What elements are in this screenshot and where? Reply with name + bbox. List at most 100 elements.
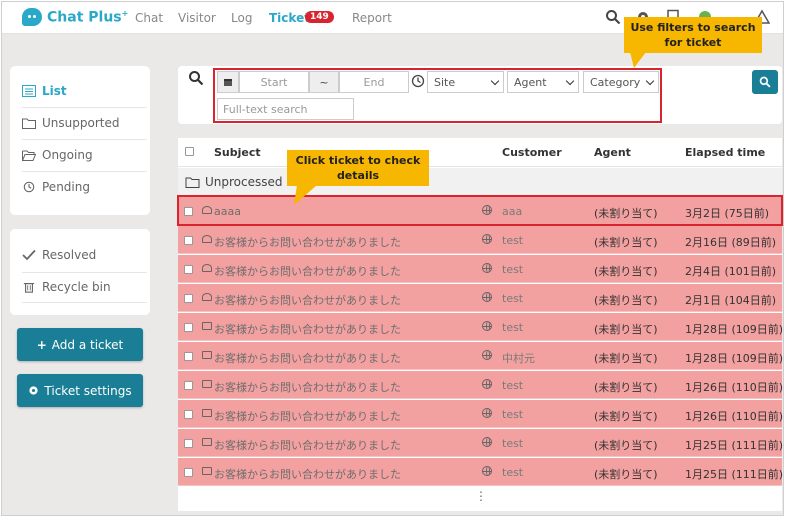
search-icon[interactable] [605, 9, 621, 25]
nav-log[interactable]: Log [231, 11, 252, 25]
ticket-row[interactable]: お客様からお問い合わせがありました test (未割り当て) 2月4日 (101日前) [178, 255, 782, 283]
envelope-open-icon [202, 293, 212, 301]
row-elapsed-time: 1月28日 (109日前) [685, 323, 784, 336]
folder-icon [185, 177, 200, 188]
globe-icon [482, 263, 492, 273]
globe-icon [482, 292, 492, 302]
row-elapsed-time: 1月28日 (109日前) [685, 352, 784, 365]
row-elapsed-time: 2月1日 (104日前) [685, 294, 777, 307]
header-customer[interactable]: Customer [502, 146, 562, 159]
nav-visitor[interactable]: Visitor [178, 11, 216, 25]
row-subject: お客様からお問い合わせがありました [214, 236, 401, 249]
sidebar-item-recycle-bin[interactable]: Recycle bin [22, 274, 142, 300]
row-subject: お客様からお問い合わせがありました [214, 410, 401, 423]
row-agent: (未割り当て) [594, 468, 658, 481]
check-icon [22, 249, 36, 261]
sidebar-item-label: Recycle bin [42, 280, 111, 294]
nav-chat[interactable]: Chat [135, 11, 163, 25]
envelope-icon [202, 438, 212, 446]
sidebar-item-list[interactable]: List [22, 78, 142, 104]
ticket-row[interactable]: お客様からお問い合わせがありました test (未割り当て) 1月28日 (109日前… [178, 313, 784, 341]
row-checkbox[interactable] [184, 294, 193, 303]
row-subject: お客様からお問い合わせがありました [214, 294, 401, 307]
row-agent: (未割り当て) [594, 352, 658, 365]
trash-icon [23, 283, 35, 293]
globe-icon [482, 379, 492, 389]
row-customer: 中村元 [502, 352, 535, 365]
row-checkbox[interactable] [184, 352, 193, 361]
row-checkbox[interactable] [184, 323, 193, 332]
row-subject: お客様からお問い合わせがありました [214, 468, 401, 481]
row-agent: (未割り当て) [594, 265, 658, 278]
row-customer: test [502, 466, 524, 479]
plus-icon: + [36, 337, 47, 352]
app-window: Chat Plus+ Chat Visitor Log Ticket 149 R… [1, 1, 784, 516]
logo[interactable]: Chat Plus+ [22, 8, 128, 26]
row-elapsed-time: 1月25日 (111日前) [685, 439, 784, 452]
row-checkbox[interactable] [184, 236, 193, 245]
ticket-row[interactable]: お客様からお問い合わせがありました test (未割り当て) 1月26日 (110日前… [178, 400, 783, 428]
sidebar-item-label: List [42, 84, 67, 98]
row-checkbox[interactable] [184, 439, 193, 448]
row-checkbox[interactable] [184, 468, 193, 477]
envelope-icon [202, 467, 212, 475]
ticket-settings-button[interactable]: Ticket settings [17, 374, 143, 407]
row-elapsed-time: 1月26日 (110日前) [685, 381, 784, 394]
ticket-row[interactable]: お客様からお問い合わせがありました test (未割り当て) 1月25日 (111日前… [178, 429, 784, 457]
row-agent: (未割り当て) [594, 294, 658, 307]
ticket-row[interactable]: お客様からお問い合わせがありました test (未割り当て) 2月1日 (104日前) [178, 284, 782, 312]
row-subject: お客様からお問い合わせがありました [214, 265, 401, 278]
header-elapsed-time[interactable]: Elapsed time [685, 146, 765, 159]
header-agent[interactable]: Agent [594, 146, 631, 159]
row-customer: test [502, 379, 524, 392]
row-checkbox[interactable] [184, 265, 193, 274]
list-icon [22, 85, 36, 97]
row-elapsed-time: 1月25日 (111日前) [685, 468, 784, 481]
ticket-settings-label: Ticket settings [44, 383, 132, 398]
search-button[interactable] [752, 70, 778, 94]
row-subject: お客様からお問い合わせがありました [214, 352, 401, 365]
envelope-icon [202, 322, 212, 330]
row-checkbox[interactable] [184, 381, 193, 390]
sidebar-item-label: Unsupported [42, 116, 120, 130]
sidebar-item-unsupported[interactable]: Unsupported [22, 110, 142, 136]
ticket-highlight-box [177, 195, 783, 226]
group-unprocessed[interactable]: Unprocessed [178, 168, 782, 196]
row-checkbox[interactable] [184, 410, 193, 419]
row-agent: (未割り当て) [594, 323, 658, 336]
callout-pointer [630, 52, 646, 68]
row-agent: (未割り当て) [594, 236, 658, 249]
add-ticket-button[interactable]: + Add a ticket [17, 328, 143, 361]
sidebar-divider [22, 272, 147, 273]
sidebar-item-ongoing[interactable]: Ongoing [22, 142, 142, 168]
envelope-open-icon [202, 264, 212, 272]
globe-icon [482, 234, 492, 244]
row-subject: お客様からお問い合わせがありました [214, 439, 401, 452]
sidebar-item-resolved[interactable]: Resolved [22, 242, 142, 268]
globe-icon [482, 437, 492, 447]
ticket-callout: Click ticket to check details [287, 150, 429, 186]
globe-icon [482, 408, 492, 418]
ticket-row[interactable]: お客様からお問い合わせがありました test (未割り当て) 2月16日 (89日前) [178, 226, 782, 254]
globe-icon [482, 350, 492, 360]
nav-report[interactable]: Report [352, 11, 392, 25]
add-ticket-label: Add a ticket [51, 337, 124, 352]
globe-icon [482, 321, 492, 331]
nav-ticket[interactable]: Ticket [269, 11, 310, 25]
ticket-row[interactable]: お客様からお問い合わせがありました test (未割り当て) 1月26日 (110日前… [178, 371, 784, 399]
clock-icon [23, 181, 35, 193]
sidebar-item-pending[interactable]: Pending [22, 174, 142, 200]
row-agent: (未割り当て) [594, 410, 658, 423]
filters-highlight-box [213, 68, 662, 123]
row-customer: test [502, 321, 524, 334]
row-customer: test [502, 437, 524, 450]
header-subject[interactable]: Subject [214, 146, 261, 159]
folder-icon [22, 118, 36, 129]
envelope-open-icon [202, 235, 212, 243]
row-customer: test [502, 234, 524, 247]
sidebar-item-label: Pending [42, 180, 90, 194]
select-all-checkbox[interactable] [185, 147, 194, 156]
ticket-row[interactable]: お客様からお問い合わせがありました 中村元 (未割り当て) 1月28日 (109日前) [178, 342, 784, 370]
ticket-row[interactable]: お客様からお問い合わせがありました test (未割り当て) 1月25日 (111日前… [178, 458, 784, 486]
more-indicator[interactable]: ⋮ [475, 489, 487, 503]
